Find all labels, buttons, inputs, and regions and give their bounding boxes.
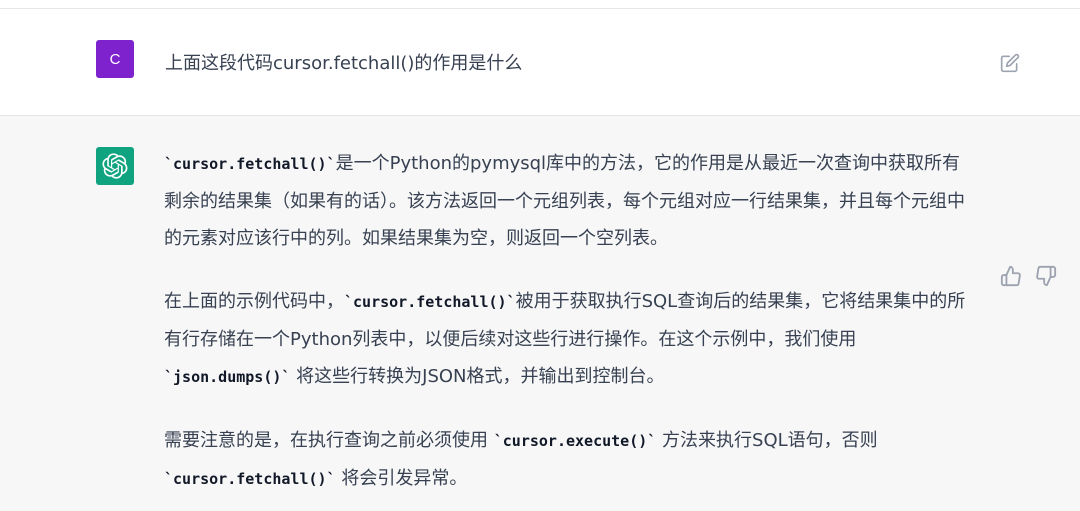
- user-message-row: C 上面这段代码cursor.fetchall()的作用是什么: [0, 9, 1080, 116]
- assistant-avatar: [96, 147, 134, 185]
- thumbs-up-icon[interactable]: [1000, 265, 1022, 287]
- paragraph-text: 在上面的示例代码中，: [164, 291, 344, 312]
- inline-code: `cursor.fetchall()`: [344, 293, 516, 311]
- paragraph-text: 方法来执行SQL语句，否则: [656, 430, 878, 451]
- assistant-message-row: `cursor.fetchall()`是一个Python的pymysql库中的方…: [0, 116, 1080, 511]
- user-avatar-letter: C: [109, 50, 121, 68]
- paragraph-text: 将会引发异常。: [335, 468, 468, 489]
- inline-code: `cursor.execute()`: [493, 432, 657, 450]
- edit-icon[interactable]: [1000, 53, 1020, 73]
- inline-code: `json.dumps()`: [164, 368, 291, 386]
- inline-code: `cursor.fetchall()`: [164, 155, 336, 173]
- thumbs-down-icon[interactable]: [1035, 265, 1057, 287]
- openai-logo-icon: [102, 153, 128, 179]
- assistant-paragraph-2: 在上面的示例代码中，`cursor.fetchall()`被用于获取执行SQL查…: [164, 283, 976, 396]
- assistant-message-content: `cursor.fetchall()`是一个Python的pymysql库中的方…: [164, 145, 976, 511]
- assistant-paragraph-3: 需要注意的是，在执行查询之前必须使用 `cursor.execute()` 方法…: [164, 422, 976, 498]
- assistant-paragraph-1: `cursor.fetchall()`是一个Python的pymysql库中的方…: [164, 145, 976, 257]
- inline-code: `cursor.fetchall()`: [164, 470, 336, 488]
- top-strip: [0, 0, 1080, 9]
- user-message-text: 上面这段代码cursor.fetchall()的作用是什么: [165, 53, 523, 74]
- user-avatar: C: [96, 40, 134, 78]
- paragraph-text: 需要注意的是，在执行查询之前必须使用: [164, 430, 494, 451]
- paragraph-text: 将这些行转换为JSON格式，并输出到控制台。: [290, 366, 665, 387]
